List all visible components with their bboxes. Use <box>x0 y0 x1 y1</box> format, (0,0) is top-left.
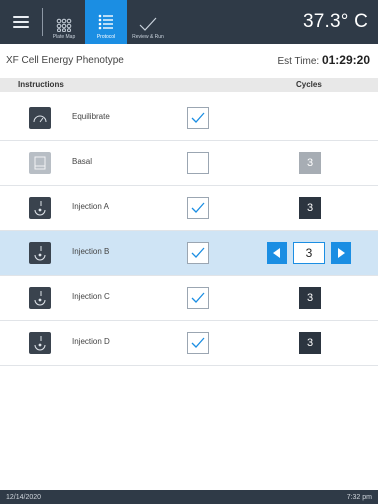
instructions-header: Instructions <box>18 80 64 89</box>
triangle-right-icon <box>338 248 345 258</box>
check-icon <box>191 202 205 213</box>
protocol-list-icon <box>98 14 113 30</box>
injection-icon <box>29 242 51 264</box>
row-injection-c[interactable]: Injection C 3 <box>0 276 378 321</box>
injection-icon <box>29 197 51 219</box>
tab-label: Protocol <box>96 34 116 40</box>
cycles-value[interactable]: 3 <box>299 332 321 354</box>
increment-button[interactable] <box>331 242 351 264</box>
include-checkbox[interactable] <box>187 107 209 129</box>
temperature-readout: 37.3° C <box>303 11 368 32</box>
cycles-value[interactable]: 3 <box>299 197 321 219</box>
row-equilibrate[interactable]: Equilibrate <box>0 96 378 141</box>
include-checkbox[interactable] <box>187 152 209 174</box>
instruction-name: Basal <box>72 157 93 166</box>
tab-label: Review & Run <box>132 34 164 40</box>
estimated-time: Est Time: 01:29:20 <box>277 53 370 67</box>
cycles-stepper: 3 <box>267 242 351 264</box>
include-checkbox[interactable] <box>187 287 209 309</box>
injection-icon <box>29 287 51 309</box>
cycles-value[interactable]: 3 <box>299 287 321 309</box>
menu-button[interactable] <box>0 0 42 44</box>
check-icon <box>191 337 205 348</box>
plate-map-icon <box>56 18 72 32</box>
cycles-header: Cycles <box>296 80 322 89</box>
assay-header: XF Cell Energy Phenotype Est Time: 01:29… <box>0 52 378 68</box>
row-basal[interactable]: Basal 3 <box>0 141 378 186</box>
column-headers: Instructions Cycles <box>0 78 378 92</box>
row-injection-a[interactable]: Injection A 3 <box>0 186 378 231</box>
check-icon <box>191 247 205 258</box>
status-date: 12/14/2020 <box>6 493 42 501</box>
triangle-left-icon <box>273 248 280 258</box>
review-check-icon <box>139 17 157 31</box>
instruction-name: Equilibrate <box>72 112 110 121</box>
include-checkbox[interactable] <box>187 197 209 219</box>
cycles-input[interactable]: 3 <box>293 242 325 264</box>
instruction-list: Equilibrate Basal 3 Injection A 3 Inject… <box>0 96 378 366</box>
tab-plate-map[interactable]: Plate Map <box>43 0 85 44</box>
cycles-value[interactable]: 3 <box>299 152 321 174</box>
basal-icon <box>29 152 51 174</box>
instruction-name: Injection D <box>72 337 110 346</box>
est-time-value: 01:29:20 <box>321 53 370 67</box>
include-checkbox[interactable] <box>187 242 209 264</box>
check-icon <box>191 112 205 123</box>
check-icon <box>191 292 205 303</box>
tab-protocol[interactable]: Protocol <box>85 0 127 44</box>
include-checkbox[interactable] <box>187 332 209 354</box>
assay-name: XF Cell Energy Phenotype <box>6 54 124 66</box>
status-bar: 12/14/2020 7:32 pm <box>0 490 378 504</box>
instruction-name: Injection A <box>72 202 109 211</box>
hamburger-icon <box>13 16 29 28</box>
equilibrate-icon <box>29 107 51 129</box>
instruction-name: Injection B <box>72 247 110 256</box>
tab-review-run[interactable]: Review & Run <box>127 0 169 44</box>
status-time: 7:32 pm <box>346 493 372 501</box>
decrement-button[interactable] <box>267 242 287 264</box>
row-injection-b[interactable]: Injection B 3 <box>0 231 378 276</box>
tab-label: Plate Map <box>52 34 76 40</box>
row-injection-d[interactable]: Injection D 3 <box>0 321 378 366</box>
instruction-name: Injection C <box>72 292 110 301</box>
est-time-label: Est Time: <box>277 56 320 67</box>
top-bar: Plate Map Protocol Review & Run 37.3° C <box>0 0 378 44</box>
injection-icon <box>29 332 51 354</box>
